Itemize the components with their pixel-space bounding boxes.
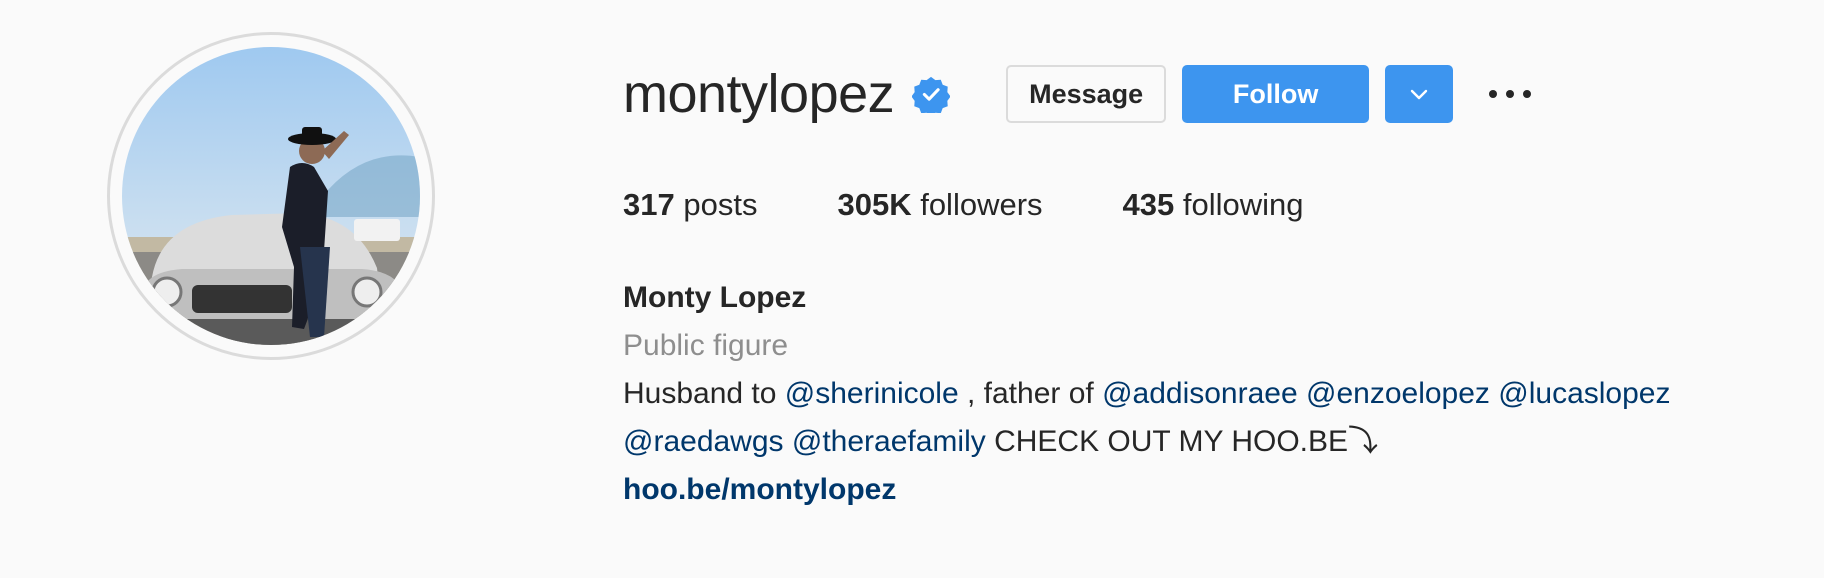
mention-link[interactable]: @sherinicole (785, 377, 959, 410)
mention-link[interactable]: @lucaslopez (1498, 377, 1670, 410)
full-name: Monty Lopez (623, 281, 807, 314)
stat-following[interactable]: 435 following (1123, 187, 1304, 223)
more-dot (1506, 90, 1515, 98)
stat-followers[interactable]: 305K followers (837, 187, 1042, 223)
stat-count: 435 (1122, 187, 1175, 222)
stat-posts: 317 posts (623, 187, 757, 223)
more-dot (1489, 90, 1498, 98)
stat-label: followers (920, 187, 1043, 222)
bio-text: CHECK OUT MY HOO.BE⤵ (985, 425, 1379, 458)
chevron-down-icon (1410, 89, 1428, 100)
stat-count: 305K (837, 187, 912, 222)
stat-label: following (1182, 187, 1304, 222)
mention-link[interactable]: @raedawgs (623, 425, 784, 458)
avatar[interactable] (122, 47, 420, 345)
bio-text: Husband to (623, 377, 785, 410)
profile-header: montylopez Message Follow (623, 60, 1532, 128)
profile-stats: 317 posts 305K followers 435 following (623, 187, 1384, 223)
suggested-accounts-dropdown-button[interactable] (1385, 65, 1454, 123)
bio-text: , father of (958, 377, 1103, 410)
more-dot (1523, 90, 1532, 98)
profile-bio: Monty Lopez Public figure Husband to @sh… (623, 274, 1671, 514)
avatar-photo (122, 47, 420, 345)
category-label: Public figure (623, 329, 789, 362)
stat-count: 317 (623, 187, 675, 222)
website-link[interactable]: hoo.be/montylopez (623, 466, 1671, 514)
follow-button[interactable]: Follow (1182, 65, 1370, 123)
mention-link[interactable]: @addisonraee (1102, 377, 1298, 410)
verified-badge-icon (911, 75, 951, 117)
username: montylopez (623, 64, 895, 124)
mention-link[interactable]: @theraefamily (792, 425, 986, 458)
bio-line: @raedawgs @theraefamily CHECK OUT MY HOO… (623, 418, 1671, 466)
message-button[interactable]: Message (1006, 65, 1167, 123)
mention-link[interactable]: @enzoelopez (1306, 377, 1490, 410)
stat-label: posts (683, 187, 758, 222)
bio-line: Husband to @sherinicole , father of @add… (623, 370, 1671, 418)
more-options-icon[interactable] (1489, 65, 1532, 123)
